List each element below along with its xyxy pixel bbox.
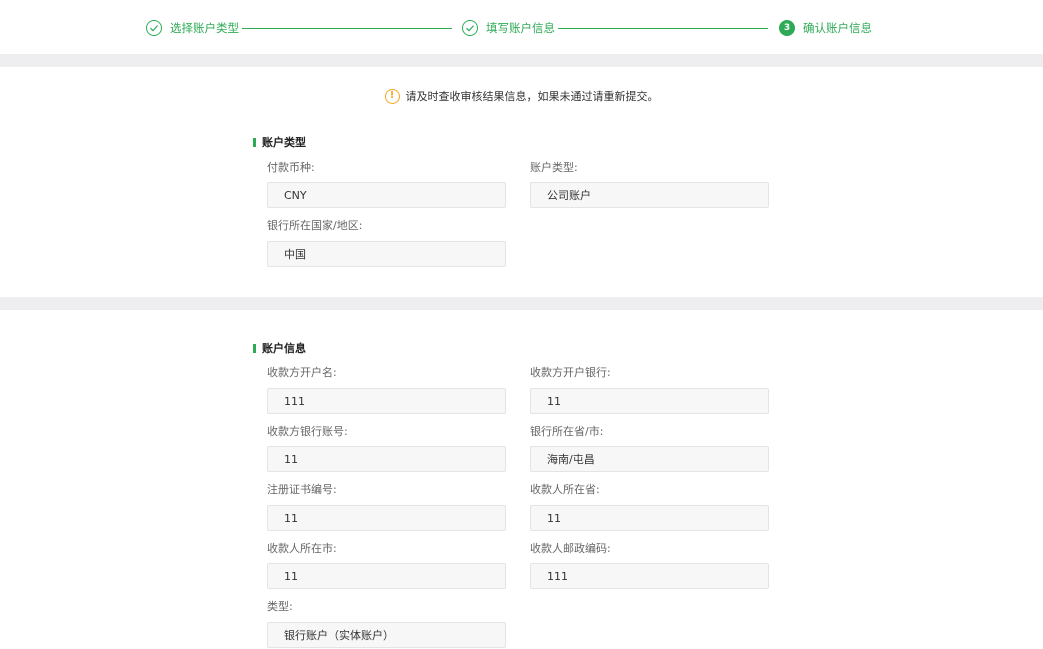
step-label: 填写账户信息 xyxy=(486,21,555,35)
section-marker xyxy=(253,343,256,353)
step-number-badge: 3 xyxy=(779,20,795,36)
step-select-account-type[interactable]: 选择账户类型 xyxy=(146,18,239,38)
account-type-field: 公司账户 xyxy=(530,182,769,208)
bank-province-city-field: 海南/屯昌 xyxy=(530,446,769,472)
payment-currency-label: 付款币种: xyxy=(267,161,315,174)
warning-icon: ! xyxy=(384,88,400,104)
check-icon xyxy=(146,20,162,36)
payee-postal-code-label: 收款人邮政编码: xyxy=(530,542,611,555)
step-label: 选择账户类型 xyxy=(170,21,239,35)
step-connector xyxy=(558,28,768,29)
step-connector xyxy=(242,28,452,29)
type-field: 银行账户（实体账户） xyxy=(267,622,506,648)
type-label: 类型: xyxy=(267,600,293,613)
bank-country-label: 银行所在国家/地区: xyxy=(267,219,363,232)
section-title-text: 账户信息 xyxy=(262,342,306,355)
payee-bank-label: 收款方开户银行: xyxy=(530,366,611,379)
notice-banner: ! 请及时查收审核结果信息，如果未通过请重新提交。 xyxy=(0,86,1043,106)
payment-currency-field: CNY xyxy=(267,182,506,208)
section-title-account-type: 账户类型 xyxy=(253,135,306,149)
payee-city-label: 收款人所在市: xyxy=(267,542,337,555)
payee-bank-account-label: 收款方银行账号: xyxy=(267,425,348,438)
payee-account-name-field: 111 xyxy=(267,388,506,414)
payee-city-field: 11 xyxy=(267,563,506,589)
registration-number-field: 11 xyxy=(267,505,506,531)
bank-country-field: 中国 xyxy=(267,241,506,267)
payee-province-field: 11 xyxy=(530,505,769,531)
section-marker xyxy=(253,137,256,147)
notice-text: 请及时查收审核结果信息，如果未通过请重新提交。 xyxy=(405,90,659,103)
check-icon xyxy=(462,20,478,36)
payee-bank-account-field: 11 xyxy=(267,446,506,472)
registration-number-label: 注册证书编号: xyxy=(267,483,337,496)
step-label: 确认账户信息 xyxy=(803,21,872,35)
section-title-text: 账户类型 xyxy=(262,136,306,149)
step-fill-account-info[interactable]: 填写账户信息 xyxy=(462,18,555,38)
bank-province-city-label: 银行所在省/市: xyxy=(530,425,604,438)
payee-bank-field: 11 xyxy=(530,388,769,414)
account-type-label: 账户类型: xyxy=(530,161,578,174)
payee-account-name-label: 收款方开户名: xyxy=(267,366,337,379)
section-divider xyxy=(0,54,1043,67)
step-confirm-account-info: 3 确认账户信息 xyxy=(779,18,872,38)
section-title-account-info: 账户信息 xyxy=(253,341,306,355)
page: 选择账户类型 填写账户信息 3 确认账户信息 ! 请及时查收审核结果信息，如果未… xyxy=(0,0,1043,649)
section-divider xyxy=(0,297,1043,310)
payee-postal-code-field: 111 xyxy=(530,563,769,589)
payee-province-label: 收款人所在省: xyxy=(530,483,600,496)
stepper: 选择账户类型 填写账户信息 3 确认账户信息 xyxy=(0,0,1043,54)
